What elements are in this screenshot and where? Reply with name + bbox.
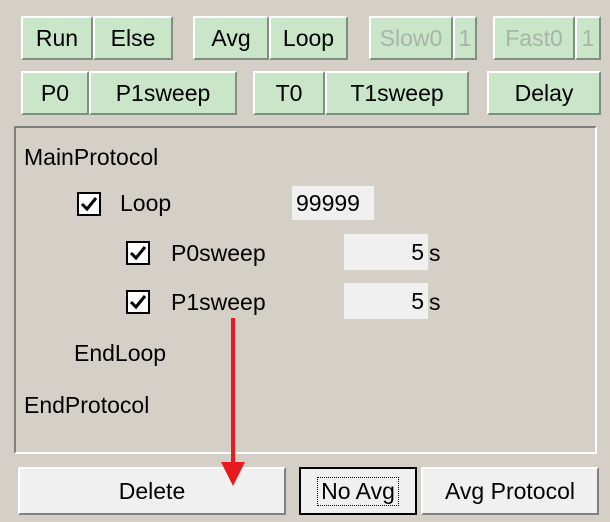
loop-count-field[interactable]: 99999 bbox=[292, 186, 374, 220]
p0sweep-label: P0sweep bbox=[171, 240, 266, 266]
p0-button[interactable]: P0 bbox=[21, 71, 89, 115]
loop-count-value: 99999 bbox=[296, 189, 360, 216]
checkmark-icon bbox=[129, 295, 147, 310]
arrow-down-icon bbox=[221, 318, 245, 486]
no-avg-label: No Avg bbox=[317, 476, 399, 506]
no-avg-button[interactable]: No Avg bbox=[299, 467, 417, 515]
fast-count[interactable]: 1 bbox=[575, 16, 601, 60]
p1sweep-button[interactable]: P1sweep bbox=[89, 71, 237, 115]
p0sweep-time-value: 5 bbox=[411, 238, 424, 265]
avg-protocol-button[interactable]: Avg Protocol bbox=[421, 467, 599, 515]
loop-label: Loop bbox=[120, 190, 172, 216]
p1sweep-unit: s bbox=[429, 289, 441, 315]
protocol-panel: MainProtocol Loop 99999 P0sweep 5 s P1sw… bbox=[14, 126, 597, 454]
t0-button[interactable]: T0 bbox=[253, 71, 325, 115]
end-loop-label: EndLoop bbox=[74, 340, 167, 366]
loop-checkbox[interactable] bbox=[77, 192, 101, 216]
avg-button[interactable]: Avg bbox=[193, 16, 269, 60]
p0sweep-checkbox[interactable] bbox=[126, 241, 150, 265]
loop-button[interactable]: Loop bbox=[269, 16, 348, 60]
main-protocol-label: MainProtocol bbox=[24, 144, 159, 170]
p1sweep-label: P1sweep bbox=[171, 289, 266, 315]
run-button[interactable]: Run bbox=[21, 16, 93, 60]
p0sweep-unit: s bbox=[429, 240, 441, 266]
end-protocol-label: EndProtocol bbox=[24, 392, 150, 418]
p1sweep-time-field[interactable]: 5 bbox=[344, 283, 428, 319]
t1sweep-button[interactable]: T1sweep bbox=[325, 71, 469, 115]
p1sweep-checkbox[interactable] bbox=[126, 290, 150, 314]
slow-count[interactable]: 1 bbox=[453, 16, 477, 60]
checkmark-icon bbox=[129, 246, 147, 261]
p0sweep-time-field[interactable]: 5 bbox=[344, 234, 428, 270]
slow-button[interactable]: Slow0 bbox=[369, 16, 453, 60]
delay-button[interactable]: Delay bbox=[487, 71, 601, 115]
p1sweep-time-value: 5 bbox=[411, 287, 424, 314]
fast-button[interactable]: Fast0 bbox=[493, 16, 575, 60]
else-button[interactable]: Else bbox=[93, 16, 173, 60]
checkmark-icon bbox=[80, 197, 98, 212]
